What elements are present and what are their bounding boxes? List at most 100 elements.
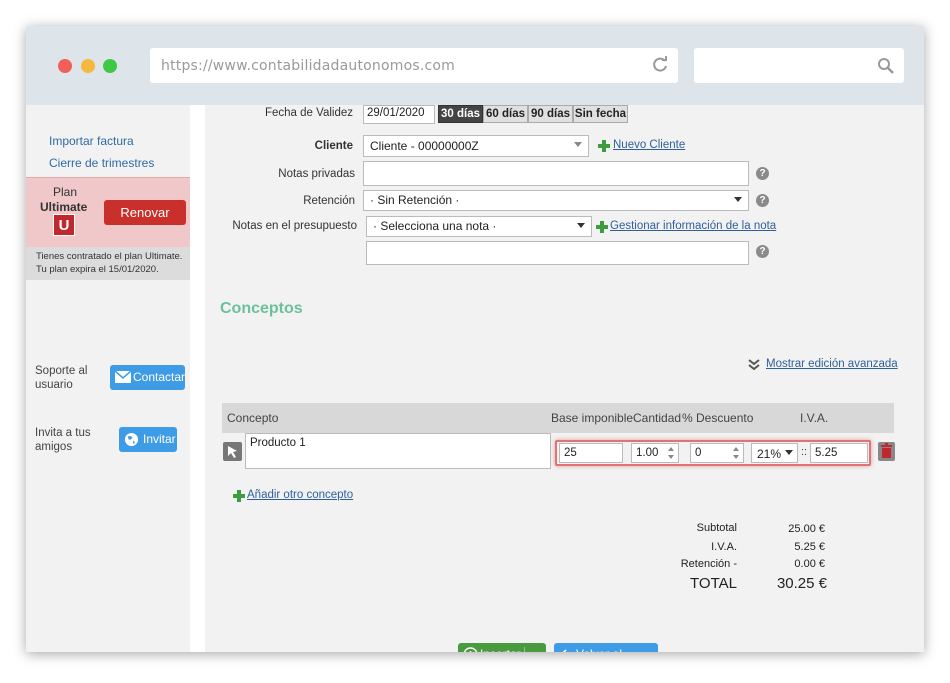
base-input[interactable]: 25 [559,443,623,463]
insert-button[interactable]: Insertar [458,643,546,652]
browser-window: https://www.contabilidadautonomos.com Im… [26,26,924,652]
budget-notes-select[interactable]: · Selecciona una nota · [366,216,592,237]
total-label: TOTAL [690,575,737,592]
concepts-table-header: Concepto Base imponible Cantidad % Descu… [222,403,894,433]
plan-info-line2: Tu plan expira el 15/01/2020. [36,264,159,275]
back-to-list-label: Volver al listado [576,643,658,652]
vat-total-label: I.V.A. [711,541,737,553]
manage-notes-link[interactable]: Gestionar información de la nota [610,220,776,232]
retention-select-value: · Sin Retención · [370,193,460,207]
sidebar-link-import-invoice[interactable]: Importar factura [49,134,134,148]
insert-button-label: Insertar [480,643,521,652]
help-icon[interactable]: ? [756,167,769,180]
spinner-icon[interactable] [668,445,676,461]
retention-select[interactable]: · Sin Retención · [363,190,749,211]
client-label: Cliente [314,140,353,152]
validity-option-30[interactable]: 30 días [438,105,483,123]
advanced-edit-link[interactable]: Mostrar edición avanzada [766,358,898,370]
chevron-down-icon [577,223,585,228]
maximize-window-button[interactable] [103,59,117,73]
envelope-icon [115,370,131,383]
validity-date-input[interactable]: 29/01/2020 [363,105,435,124]
add-note-icon [596,221,608,233]
invite-button-label: Invitar [143,432,176,446]
browser-chrome: https://www.contabilidadautonomos.com [26,26,924,105]
budget-notes-label: Notas en el presupuesto [232,220,357,232]
sidebar: Importar factura Cierre de trimestres Pl… [26,105,190,652]
validity-options: 30 días 60 días 90 días Sin fecha [438,105,628,124]
invite-label-line2: amigos [35,441,73,453]
vat-rate-select[interactable]: 21% [751,443,798,463]
header-base: Base imponible [551,411,634,425]
add-concept-link[interactable]: Añadir otro concepto [247,489,353,501]
invite-label-line1: Invita a tus [35,427,91,439]
search-icon[interactable] [877,57,894,74]
help-icon[interactable]: ? [756,245,769,258]
private-notes-label: Notas privadas [278,168,355,180]
plan-name: Ultimate [40,200,88,214]
header-vat: I.V.A. [800,411,829,425]
validity-option-60[interactable]: 60 días [483,105,528,123]
back-to-list-button[interactable]: Volver al listado [554,643,658,652]
plus-circle-icon [463,647,478,652]
discount-value: 0 [695,447,702,459]
vat-rate-value: 21% [757,447,782,461]
invite-button[interactable]: Invitar [119,427,177,452]
browser-search-bar[interactable] [694,48,904,83]
private-notes-textarea[interactable] [363,161,749,186]
close-window-button[interactable] [58,59,72,73]
chevron-down-icon [574,142,582,147]
client-select[interactable]: Cliente - 00000000Z [363,135,589,157]
discount-stepper[interactable]: 0 [690,443,744,463]
plan-badge-icon: U [53,214,75,236]
quantity-value: 1.00 [636,447,659,459]
plan-label: Plan [53,185,78,199]
new-client-link[interactable]: Nuevo Cliente [613,139,685,151]
retention-total-value: 0.00 € [794,558,825,570]
sidebar-link-quarter-close[interactable]: Cierre de trimestres [49,156,154,170]
retention-total-label: Retención - [680,558,737,570]
select-product-icon[interactable] [223,442,242,461]
subtotal-value: 25.00 € [788,523,825,535]
support-label-line2: usuario [35,379,73,391]
reload-icon[interactable] [651,56,669,74]
address-url: https://www.contabilidadautonomos.com [161,58,456,74]
contact-button[interactable]: Contactar [110,365,185,390]
support-label: Soporte al usuario [35,364,87,392]
vat-separator: :: [801,446,808,458]
total-value: 30.25 € [776,575,827,592]
client-select-value: Cliente - 00000000Z [370,139,479,153]
help-icon[interactable]: ? [756,194,769,207]
concepts-title: Conceptos [220,300,303,317]
header-quantity: Cantidad [633,411,682,425]
vat-amount-input[interactable]: 5.25 [810,443,868,463]
minimize-window-button[interactable] [81,59,95,73]
validity-label: Fecha de Validez [264,107,353,119]
plan-box: Plan Ultimate U Renovar Tienes contratad… [26,177,190,280]
support-label-line1: Soporte al [35,365,88,377]
budget-notes-select-value: · Selecciona una nota · [373,219,497,233]
invite-label: Invita a tus amigos [35,426,91,454]
header-discount: % Descuento [682,411,754,425]
add-concept-icon [233,490,245,502]
add-client-icon [598,140,610,152]
button-divider [524,647,525,652]
chevron-down-icon [785,450,793,455]
concept-textarea[interactable]: Producto 1 [245,433,551,469]
subtotal-label: Subtotal [696,522,737,534]
main-content: Fecha de Validez 29/01/2020 30 días 60 d… [190,105,924,652]
globe-icon [124,432,139,447]
quantity-stepper[interactable]: 1.00 [631,443,679,463]
header-concept: Concepto [227,411,279,425]
plan-info-line1: Tienes contratado el plan Ultimate. [36,251,183,262]
plan-info: Tienes contratado el plan Ultimate. Tu p… [26,247,190,280]
budget-notes-textarea[interactable] [366,241,749,265]
spinner-icon[interactable] [733,445,741,461]
validity-option-none[interactable]: Sin fecha [573,105,628,123]
arrow-left-icon [562,649,567,652]
contact-button-label: Contactar [133,370,186,384]
address-bar[interactable]: https://www.contabilidadautonomos.com [150,48,678,83]
renew-button[interactable]: Renovar [104,200,186,225]
validity-option-90[interactable]: 90 días [528,105,573,123]
trash-icon[interactable] [878,442,895,461]
